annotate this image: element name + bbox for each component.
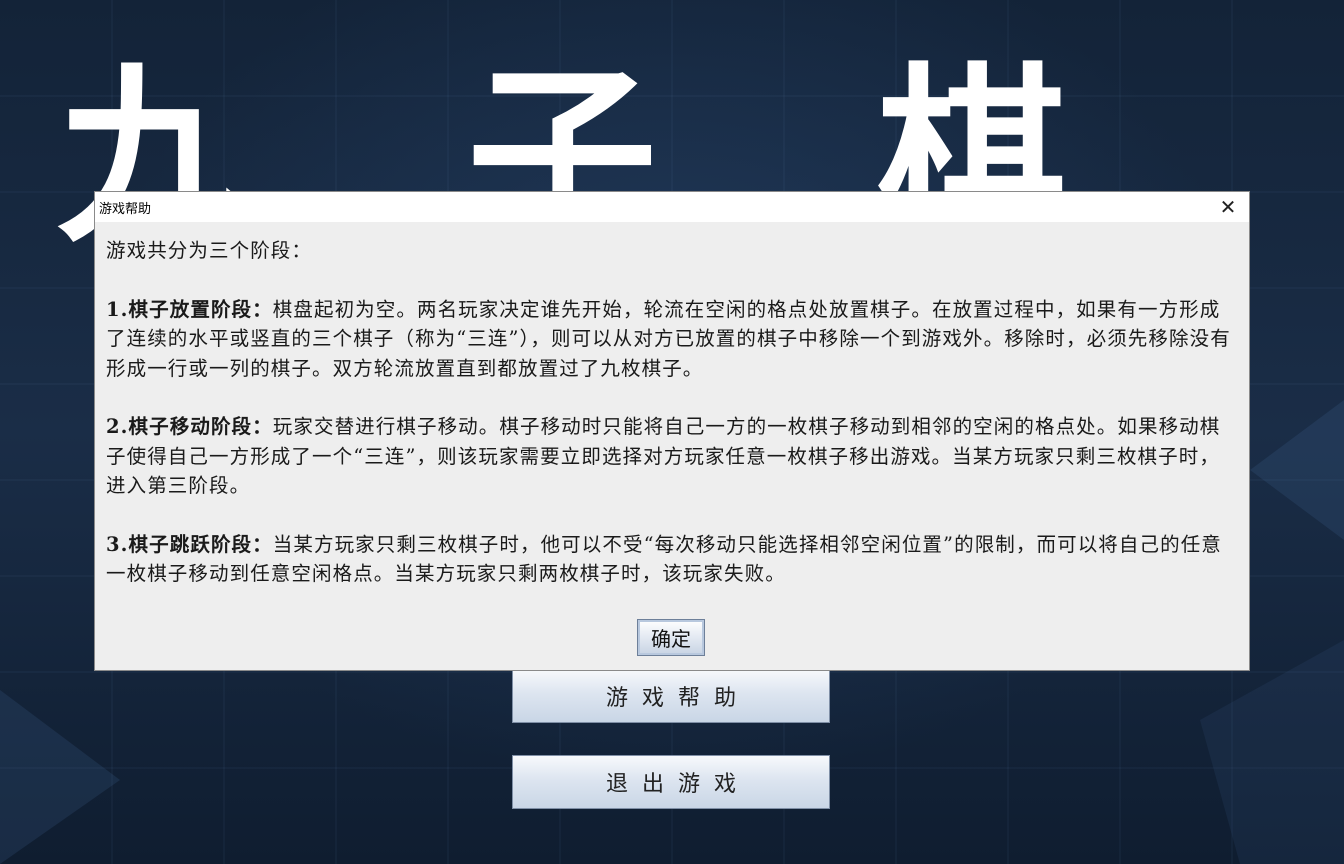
stage-2-heading: 2.棋子移动阶段：: [106, 415, 273, 438]
ok-button[interactable]: 确定: [637, 619, 705, 656]
stage-1-paragraph: 1.棋子放置阶段：棋盘起初为空。两名玩家决定谁先开始，轮流在空闲的格点处放置棋子…: [106, 295, 1237, 384]
stage-3-paragraph: 3.棋子跳跃阶段：当某方玩家只剩三枚棋子时，他可以不受“每次移动只能选择相邻空闲…: [106, 530, 1237, 589]
stage-2-text: 玩家交替进行棋子移动。棋子移动时只能将自己一方的一枚棋子移动到相邻的空闲的格点处…: [106, 415, 1221, 497]
stage-3-heading: 3.棋子跳跃阶段：: [106, 532, 273, 556]
stage-1-heading: 1.棋子放置阶段：: [106, 297, 273, 321]
stage-2-paragraph: 2.棋子移动阶段：玩家交替进行棋子移动。棋子移动时只能将自己一方的一枚棋子移动到…: [106, 412, 1237, 501]
help-content: 游戏共分为三个阶段： 1.棋子放置阶段：棋盘起初为空。两名玩家决定谁先开始，轮流…: [95, 222, 1249, 589]
help-dialog: 游戏帮助 ✕ 游戏共分为三个阶段： 1.棋子放置阶段：棋盘起初为空。两名玩家决定…: [95, 192, 1249, 670]
help-intro: 游戏共分为三个阶段：: [106, 239, 313, 262]
dialog-title: 游戏帮助: [99, 201, 152, 217]
exit-game-button[interactable]: 退出游戏: [512, 755, 830, 809]
game-help-button[interactable]: 游戏帮助: [512, 669, 830, 723]
dialog-titlebar[interactable]: 游戏帮助 ✕: [95, 192, 1249, 222]
close-icon: ✕: [1219, 195, 1237, 219]
stage-3-text: 当某方玩家只剩三枚棋子时，他可以不受“每次移动只能选择相邻空闲位置”的限制，而可…: [106, 532, 1222, 586]
close-button[interactable]: ✕: [1207, 192, 1249, 222]
stage-1-text: 棋盘起初为空。两名玩家决定谁先开始，轮流在空闲的格点处放置棋子。在放置过程中，如…: [106, 297, 1231, 380]
